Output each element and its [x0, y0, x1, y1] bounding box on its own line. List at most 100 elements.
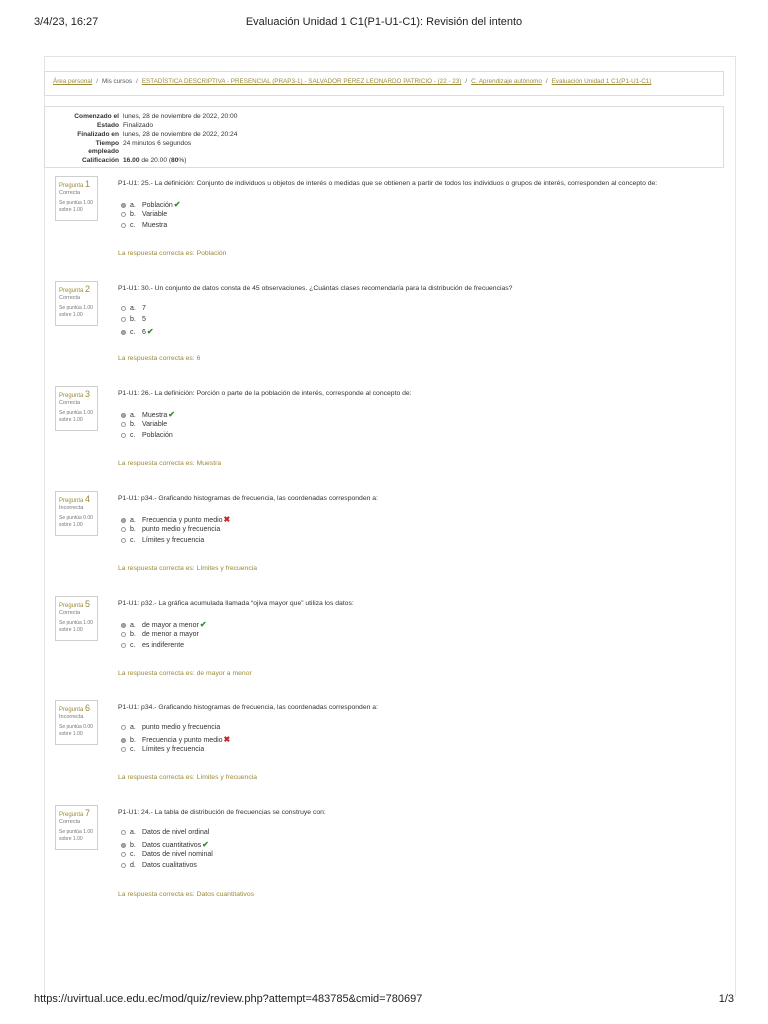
option-text: Muestra [142, 222, 168, 229]
question-grade-line: sobre 1.00 [59, 836, 83, 842]
question-text: P1-U1: p34.- Graficando histogramas de f… [118, 495, 378, 502]
correct-check-icon: ✔ [173, 200, 181, 209]
answer-option[interactable]: c. Límites y frecuencia [121, 537, 204, 544]
option-letter: b. [130, 842, 136, 849]
correct-check-icon: ✔ [146, 327, 154, 336]
summary-label: empleado [88, 148, 119, 155]
print-header: 3/4/23, 16:27 Evaluación Unidad 1 C1(P1-… [34, 16, 734, 32]
correct-answer-feedback: La respuesta correcta es: Población [118, 250, 227, 257]
breadcrumb-item-course[interactable]: ESTADÍSTICA DESCRIPTIVA - PRESENCIAL (PR… [142, 78, 462, 85]
radio-button[interactable] [121, 526, 126, 532]
option-letter: a. [130, 202, 136, 209]
radio-button[interactable] [121, 851, 126, 857]
answer-option[interactable]: b. 5 [121, 316, 146, 323]
radio-button[interactable] [121, 631, 126, 637]
radio-button[interactable] [121, 842, 126, 848]
answer-option[interactable]: b. punto medio y frecuencia [121, 526, 220, 533]
answer-option[interactable]: c. Límites y frecuencia [121, 746, 204, 753]
answer-option[interactable]: c. Población [121, 432, 173, 439]
answer-option[interactable]: a. Muestra✔ [121, 410, 175, 419]
option-letter: d. [130, 862, 136, 869]
answer-option[interactable]: c. es indiferente [121, 642, 184, 649]
answer-option[interactable]: a. Datos de nivel ordinal [121, 829, 209, 836]
correct-answer-feedback: La respuesta correcta es: Muestra [118, 460, 222, 467]
option-text: Población [142, 202, 173, 209]
question-state: Correcta [59, 610, 81, 616]
answer-option[interactable]: a. de mayor a menor✔ [121, 620, 207, 629]
question-num: 3 [85, 389, 91, 399]
radio-button[interactable] [121, 737, 126, 743]
breadcrumb-item-section[interactable]: C. Aprendizaje autónomo [471, 78, 542, 85]
radio-button[interactable] [121, 642, 126, 648]
option-letter: a. [130, 724, 136, 731]
question-prefix: Pregunta [59, 707, 84, 713]
attempt-summary: Comenzado el lunes, 28 de noviembre de 2… [44, 106, 724, 168]
correct-answer-feedback: La respuesta correcta es: Límites y frec… [118, 774, 258, 781]
question-grade: Se puntúa 1.00 sobre 1.00 [59, 305, 94, 319]
correct-answer-feedback: La respuesta correcta es: 6 [118, 355, 201, 362]
radio-button[interactable] [121, 202, 126, 208]
question-text: P1-U1: 30.- Un conjunto de datos consta … [118, 285, 513, 292]
radio-button[interactable] [121, 724, 126, 730]
radio-button[interactable] [121, 622, 126, 628]
radio-button[interactable] [121, 316, 126, 322]
radio-button[interactable] [121, 222, 126, 228]
answer-option[interactable]: a. Población✔ [121, 200, 180, 209]
question-state: Incorrecta [59, 505, 84, 511]
option-letter: c. [130, 432, 136, 439]
correct-check-icon: ✔ [168, 410, 175, 419]
option-letter: c. [130, 222, 136, 229]
radio-button[interactable] [121, 305, 126, 311]
correct-check-icon: ✔ [199, 620, 207, 629]
question-text: P1-U1: p32.- La gráfica acumulada llamad… [118, 600, 354, 607]
option-text: punto medio y frecuencia [142, 724, 221, 731]
question-grade-line: Se puntúa 1.00 [59, 620, 93, 626]
answer-option[interactable]: b. Datos cuantitativos✔ [121, 840, 209, 849]
question-num: 7 [85, 808, 91, 818]
answer-option[interactable]: b. Frecuencia y punto medio✖ [121, 735, 230, 744]
answer-option[interactable]: c. Datos de nivel nominal [121, 851, 213, 858]
answer-option[interactable]: b. Variable [121, 211, 167, 218]
question-grade-line: sobre 1.00 [59, 627, 83, 633]
question-prefix: Pregunta [59, 183, 84, 189]
option-text: punto medio y frecuencia [142, 526, 221, 533]
answer-option[interactable]: b. Variable [121, 421, 167, 428]
radio-button[interactable] [121, 862, 126, 868]
correct-check-icon: ✔ [202, 840, 209, 849]
question-info-box: Pregunta 3 Correcta Se puntúa 1.00 sobre 1.… [55, 386, 98, 431]
question-state: Correcta [59, 819, 81, 825]
answer-option[interactable]: a. 7 [121, 305, 146, 312]
radio-button[interactable] [121, 329, 126, 335]
option-text: Datos cuantitativos [142, 842, 202, 849]
option-text: de mayor a menor [142, 622, 199, 629]
answer-option[interactable]: c. 6✔ [121, 327, 154, 336]
breadcrumb-item-quiz[interactable]: Evaluación Unidad 1 C1(P1-U1-C1) [552, 78, 652, 85]
answer-option[interactable]: b. de menor a mayor [121, 631, 199, 638]
answer-option[interactable]: a. Frecuencia y punto medio✖ [121, 515, 230, 524]
answer-option[interactable]: d. Datos cualitativos [121, 862, 197, 869]
radio-button[interactable] [121, 211, 126, 217]
breadcrumb-separator: / [465, 78, 468, 85]
question-number: Pregunta 6 [59, 703, 94, 713]
answer-option[interactable]: c. Muestra [121, 222, 167, 229]
question-info-box: Pregunta 6 Incorrecta Se puntúa 0.00 sobre … [55, 700, 98, 745]
option-text: Muestra [142, 412, 168, 419]
option-letter: b. [130, 316, 136, 323]
question-grade-line: sobre 1.00 [59, 522, 83, 528]
radio-button[interactable] [121, 829, 126, 835]
question-text: P1-U1: 25.- La definición: Conjunto de i… [118, 180, 658, 187]
question-num: 6 [85, 703, 91, 713]
question-state: Incorrecta [59, 714, 84, 720]
radio-button[interactable] [121, 517, 126, 523]
radio-button[interactable] [121, 421, 126, 427]
question-grade-line: Se puntúa 1.00 [59, 305, 93, 311]
breadcrumb-item-area-personal[interactable]: Área personal [53, 78, 92, 85]
answer-option[interactable]: a. punto medio y frecuencia [121, 724, 220, 731]
radio-button[interactable] [121, 432, 126, 438]
option-letter: c. [130, 642, 136, 649]
summary-label: Finalizado en [77, 131, 119, 138]
summary-value: lunes, 28 de noviembre de 2022, 20:00 [123, 113, 238, 120]
radio-button[interactable] [121, 746, 126, 752]
radio-button[interactable] [121, 412, 126, 418]
radio-button[interactable] [121, 537, 126, 543]
